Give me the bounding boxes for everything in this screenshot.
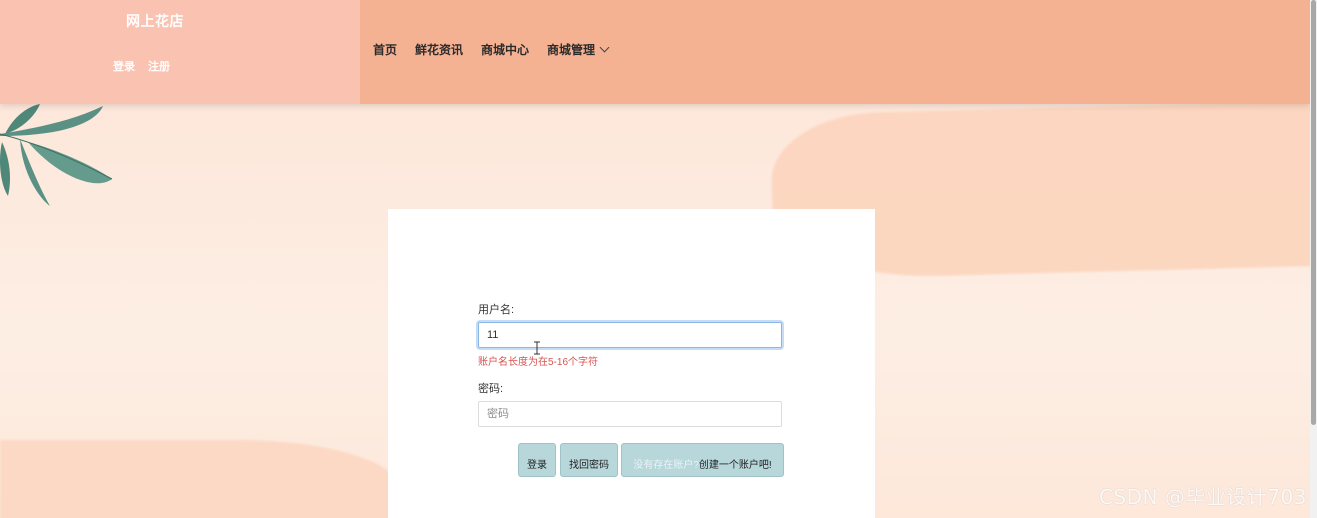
nav-item-flower-news[interactable]: 鲜花资讯 [415, 41, 463, 58]
chevron-down-icon [599, 42, 610, 53]
auth-links: 登录 注册 [113, 58, 170, 74]
username-label: 用户名: [478, 304, 515, 316]
username-input[interactable] [478, 322, 782, 348]
top-header: 网上花店 登录 注册 首页 鲜花资讯 商城中心 商城管理 [0, 0, 1310, 104]
password-label: 密码: [478, 383, 504, 395]
password-input[interactable] [478, 401, 782, 427]
login-button-label: 登录 [527, 460, 547, 471]
nav-item-label: 商城中心 [481, 43, 530, 57]
header-register-link[interactable]: 注册 [148, 58, 170, 74]
watermark: CSDN @毕业设计703 [1098, 485, 1307, 509]
nav-item-label: 鲜花资讯 [415, 43, 464, 57]
text-cursor-icon [534, 341, 540, 355]
page: 网上花店 登录 注册 首页 鲜花资讯 商城中心 商城管理 用户名: 11 账户名… [0, 0, 1317, 518]
login-card: 用户名: 账户名长度为在5-16个字符 密码: 登录 找回密码 没有存在账户?创… [388, 209, 875, 518]
brand-area: 网上花店 登录 注册 [0, 0, 360, 104]
nav-item-label: 首页 [373, 43, 398, 57]
login-button[interactable]: 登录 [518, 443, 556, 477]
username-error-message: 账户名长度为在5-16个字符 [478, 357, 599, 368]
nav-item-mall-management[interactable]: 商城管理 [547, 41, 610, 58]
nav-item-mall-center[interactable]: 商城中心 [481, 41, 529, 58]
leaves-icon [0, 104, 113, 206]
nav-item-label: 商城管理 [547, 43, 596, 57]
create-account-label: 创建一个账户吧! [698, 460, 772, 471]
nav-item-home[interactable]: 首页 [373, 41, 397, 58]
forgot-password-button-label: 找回密码 [569, 460, 609, 471]
forgot-password-button[interactable]: 找回密码 [560, 443, 618, 477]
vertical-scrollbar[interactable] [1310, 0, 1317, 518]
header-login-link[interactable]: 登录 [113, 58, 135, 74]
main-nav: 首页 鲜花资讯 商城中心 商城管理 [373, 41, 610, 58]
create-account-button[interactable]: 没有存在账户? 创建一个账户吧! [621, 443, 784, 477]
site-title[interactable]: 网上花店 [126, 11, 184, 31]
background-brush-stroke-left [0, 440, 400, 518]
create-account-prompt: 没有存在账户? [633, 460, 699, 471]
nav-area: 首页 鲜花资讯 商城中心 商城管理 [360, 0, 1310, 104]
scrollbar-thumb[interactable] [1311, 0, 1316, 425]
